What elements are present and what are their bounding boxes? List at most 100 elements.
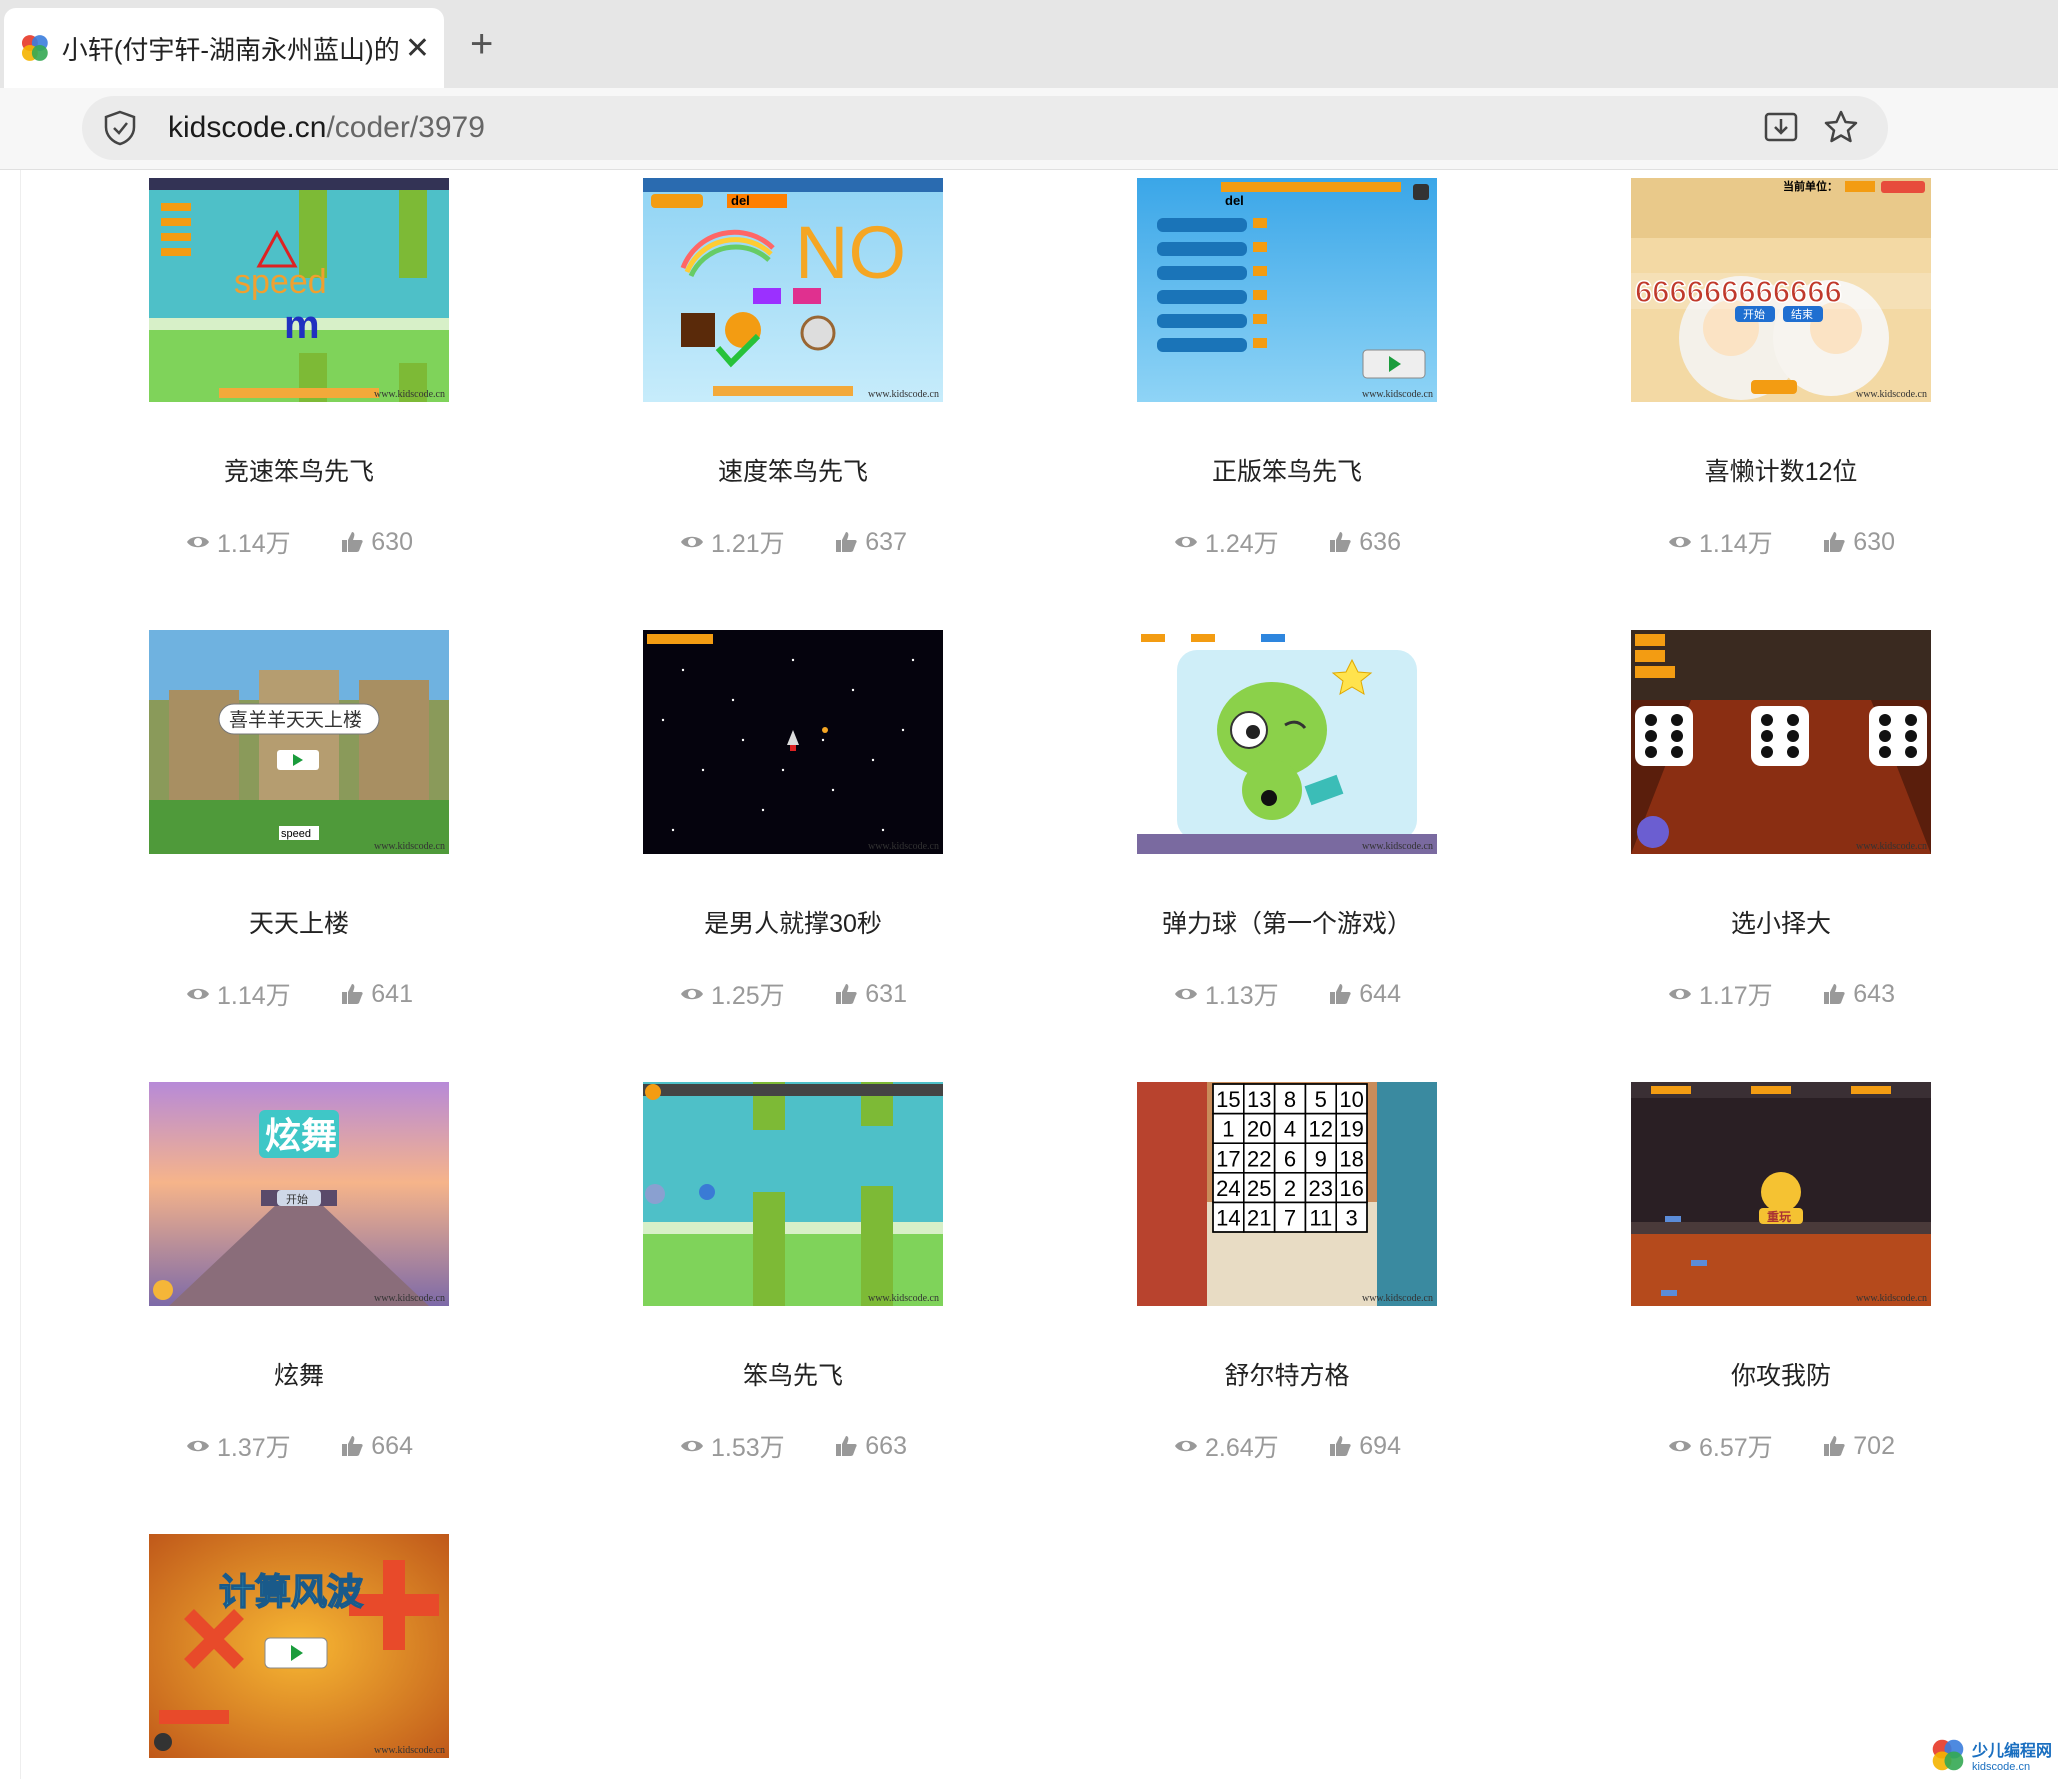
project-thumbnail[interactable]: www.kidscode.cn <box>1137 630 1437 854</box>
schulte-cell-number: 6 <box>1284 1146 1296 1171</box>
active-tab[interactable]: 小轩(付宇轩-湖南永州蓝山)的个 ✕ <box>4 8 444 88</box>
watermark: www.kidscode.cn <box>1855 841 1927 852</box>
project-card[interactable]: NO del www.kidscode.cn 速度笨鸟先飞 1.21万 637 <box>643 178 943 560</box>
view-count: 1.25万 <box>679 976 785 1012</box>
project-title[interactable]: 竞速笨鸟先飞 <box>149 452 449 488</box>
project-title[interactable]: 速度笨鸟先飞 <box>643 452 943 488</box>
project-card[interactable]: 重玩 www.kidscode.cn 你攻我防 6.57万 702 <box>1631 1082 1931 1464</box>
svg-text:计算风波: 计算风波 <box>219 1571 363 1612</box>
eye-icon <box>1669 536 1691 548</box>
like-count-value: 631 <box>865 979 907 1008</box>
project-title[interactable]: 选小择大 <box>1631 904 1931 940</box>
project-title[interactable]: 笨鸟先飞 <box>643 1356 943 1392</box>
project-thumbnail[interactable]: 666666666666 开始 结束 当前单位： www.kidscode.cn <box>1631 178 1931 402</box>
project-thumbnail[interactable]: www.kidscode.cn <box>643 1082 943 1306</box>
schulte-cell-number: 4 <box>1284 1117 1296 1142</box>
project-card[interactable]: speed m www.kidscode.cn 竞速笨鸟先飞 1.14万 630 <box>149 178 449 560</box>
svg-text:speed: speed <box>281 828 311 840</box>
view-count-value: 1.37万 <box>217 1434 291 1462</box>
thumbnail-image: del <box>1137 178 1437 402</box>
view-count: 1.37万 <box>185 1428 291 1464</box>
project-card[interactable]: www.kidscode.cn 选小择大 1.17万 643 <box>1631 630 1931 1012</box>
tab-close-icon[interactable]: ✕ <box>405 31 430 66</box>
project-thumbnail[interactable]: 重玩 www.kidscode.cn <box>1631 1082 1931 1306</box>
schulte-cell-number: 1 <box>1222 1117 1234 1142</box>
project-title[interactable]: 正版笨鸟先飞 <box>1137 452 1437 488</box>
project-thumbnail[interactable]: www.kidscode.cn <box>643 630 943 854</box>
thumbs-up-icon <box>342 532 363 552</box>
project-card[interactable]: 666666666666 开始 结束 当前单位： www.kidscode.cn… <box>1631 178 1931 560</box>
project-thumbnail[interactable]: 15 13 8 5 10 1 20 4 12 19 17 22 6 9 18 24 25 2 23 16 14 21 7 11… <box>1137 1082 1437 1306</box>
download-icon[interactable] <box>1762 108 1800 146</box>
project-thumbnail[interactable]: del www.kidscode.cn <box>1137 178 1437 402</box>
project-card[interactable]: 喜羊羊天天上楼 speed www.kidscode.cn 天天上楼 1.14万… <box>149 630 449 1012</box>
watermark: www.kidscode.cn <box>373 389 445 400</box>
project-thumbnail[interactable]: NO del www.kidscode.cn <box>643 178 943 402</box>
thumbs-up-icon <box>1330 984 1351 1004</box>
address-bar[interactable]: kidscode.cn/coder/3979 <box>82 96 1888 160</box>
project-thumbnail[interactable]: 计算风波 www.kidscode.cn <box>149 1534 449 1758</box>
tab-bar: 小轩(付宇轩-湖南永州蓝山)的个 ✕ + <box>0 0 2058 88</box>
svg-text:666666666666: 666666666666 <box>1635 274 1842 309</box>
project-thumbnail[interactable]: 炫舞 开始 www.kidscode.cn <box>149 1082 449 1306</box>
thumbnail-image: NO del <box>643 178 943 402</box>
thumbs-up-icon <box>1824 1436 1845 1456</box>
view-count: 1.14万 <box>185 976 291 1012</box>
project-stats: 1.25万 631 <box>643 976 943 1012</box>
view-count: 1.17万 <box>1667 976 1773 1012</box>
project-title[interactable]: 喜懒计数12位 <box>1631 452 1931 488</box>
project-thumbnail[interactable]: www.kidscode.cn <box>1631 630 1931 854</box>
project-title[interactable]: 是男人就撑30秒 <box>643 904 943 940</box>
thumbnail-image: 666666666666 开始 结束 当前单位： <box>1631 178 1931 402</box>
project-card[interactable]: 炫舞 开始 www.kidscode.cn 炫舞 1.37万 664 <box>149 1082 449 1464</box>
like-count: 643 <box>1821 976 1895 1012</box>
corner-logo-domain: kidscode.cn <box>1971 1761 2031 1773</box>
watermark: www.kidscode.cn <box>373 1745 445 1756</box>
thumbs-up-icon <box>342 984 363 1004</box>
project-title[interactable]: 炫舞 <box>149 1356 449 1392</box>
like-count-value: 641 <box>371 979 413 1008</box>
project-card[interactable]: 计算风波 www.kidscode.cn <box>149 1534 449 1779</box>
shield-icon[interactable] <box>100 108 140 148</box>
like-count: 636 <box>1327 524 1401 560</box>
project-title[interactable]: 天天上楼 <box>149 904 449 940</box>
project-card[interactable]: www.kidscode.cn 弹力球（第一个游戏） 1.13万 644 <box>1137 630 1437 1012</box>
view-count-value: 1.25万 <box>711 982 785 1010</box>
project-card[interactable]: www.kidscode.cn 笨鸟先飞 1.53万 663 <box>643 1082 943 1464</box>
new-tab-button[interactable]: + <box>470 22 493 66</box>
project-card[interactable]: del www.kidscode.cn 正版笨鸟先飞 1.24万 636 <box>1137 178 1437 560</box>
like-count: 641 <box>339 976 413 1012</box>
view-count: 6.57万 <box>1667 1428 1773 1464</box>
project-card[interactable]: www.kidscode.cn 是男人就撑30秒 1.25万 631 <box>643 630 943 1012</box>
watermark: www.kidscode.cn <box>1361 389 1433 400</box>
svg-text:speed: speed <box>234 263 327 301</box>
like-count: 663 <box>833 1428 907 1464</box>
eye-icon <box>187 988 209 1000</box>
like-count-value: 630 <box>371 527 413 556</box>
view-count: 1.21万 <box>679 524 785 560</box>
schulte-cell-number: 10 <box>1339 1087 1363 1112</box>
project-stats: 1.14万 630 <box>1631 524 1931 560</box>
url-text[interactable]: kidscode.cn/coder/3979 <box>168 111 485 145</box>
like-count: 694 <box>1327 1428 1401 1464</box>
project-thumbnail[interactable]: speed m www.kidscode.cn <box>149 178 449 402</box>
like-count: 637 <box>833 524 907 560</box>
svg-text:开始: 开始 <box>286 1192 308 1206</box>
thumbs-up-icon <box>1824 984 1845 1004</box>
svg-text:喜羊羊天天上楼: 喜羊羊天天上楼 <box>229 709 362 731</box>
thumbnail-image: 15 13 8 5 10 1 20 4 12 19 17 22 6 9 18 24 25 2 23 16 14 21 7 11… <box>1137 1082 1437 1306</box>
schulte-cell-number: 25 <box>1247 1176 1271 1201</box>
svg-text:当前单位：: 当前单位： <box>1783 179 1838 193</box>
view-count-value: 6.57万 <box>1699 1434 1773 1462</box>
project-thumbnail[interactable]: 喜羊羊天天上楼 speed www.kidscode.cn <box>149 630 449 854</box>
star-icon[interactable] <box>1822 108 1860 146</box>
project-title[interactable]: 你攻我防 <box>1631 1356 1931 1392</box>
thumbnail-image: 重玩 <box>1631 1082 1931 1306</box>
tab-title: 小轩(付宇轩-湖南永州蓝山)的个 <box>61 34 399 65</box>
project-title[interactable]: 舒尔特方格 <box>1137 1356 1437 1392</box>
page-content: speed m www.kidscode.cn 竞速笨鸟先飞 1.14万 630… <box>20 170 2058 1779</box>
watermark: www.kidscode.cn <box>867 1293 939 1304</box>
project-title[interactable]: 弹力球（第一个游戏） <box>1137 904 1437 940</box>
schulte-cell-number: 24 <box>1216 1176 1240 1201</box>
project-card[interactable]: 15 13 8 5 10 1 20 4 12 19 17 22 6 9 18 24 25 2 23 16 14 21 7 11… <box>1137 1082 1437 1464</box>
